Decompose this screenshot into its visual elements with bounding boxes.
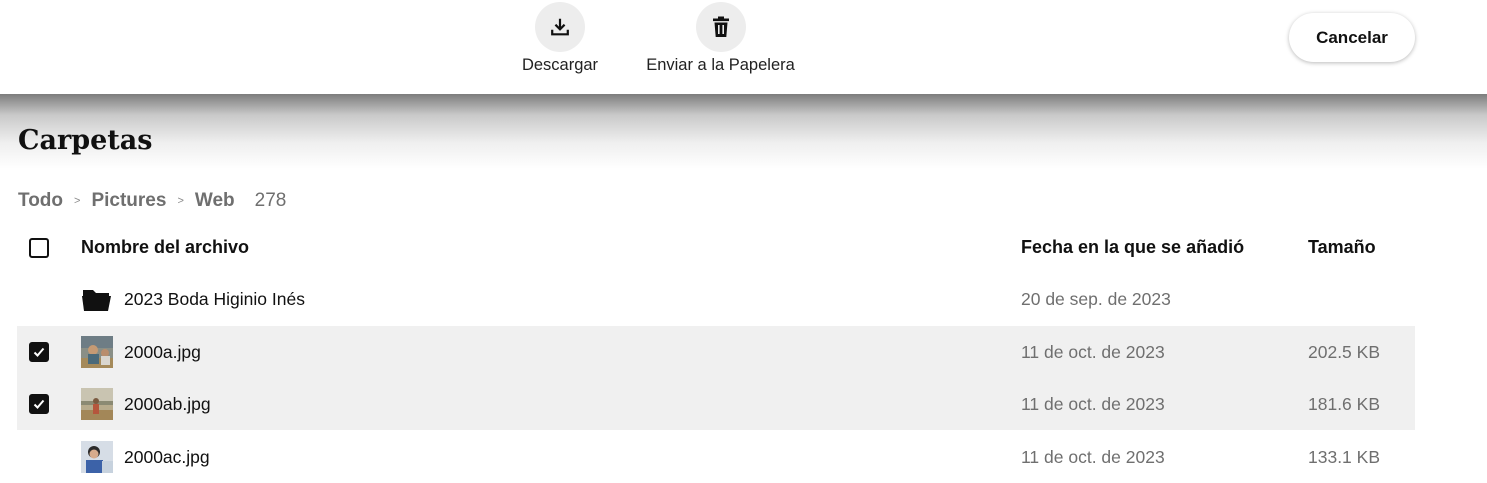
send-to-trash-button[interactable]: Enviar a la Papelera <box>643 2 798 75</box>
cancel-button[interactable]: Cancelar <box>1289 13 1415 62</box>
table-header: Nombre del archivo Fecha en la que se añ… <box>17 226 1415 270</box>
download-button[interactable]: Descargar <box>521 2 599 75</box>
date-added: 11 de oct. de 2023 <box>1021 447 1165 467</box>
chevron-right-icon: > <box>74 195 81 207</box>
download-icon <box>535 2 585 52</box>
table-row[interactable]: 2023 Boda Higinio Inés 20 de sep. de 202… <box>17 273 1415 325</box>
file-size: 181.6 KB <box>1308 394 1380 414</box>
date-added: 20 de sep. de 2023 <box>1021 289 1171 309</box>
chevron-right-icon: > <box>177 195 184 207</box>
date-added: 11 de oct. de 2023 <box>1021 342 1165 362</box>
row-checkbox[interactable] <box>29 394 49 414</box>
checkmark-icon <box>33 347 45 357</box>
breadcrumb-item-web: Web <box>194 190 235 211</box>
file-name: 2000ac.jpg <box>124 447 210 467</box>
folder-icon <box>82 290 111 311</box>
file-name: 2000ab.jpg <box>124 394 211 414</box>
action-toolbar: Descargar Enviar a la Papelera Cancelar <box>0 0 1487 94</box>
send-to-trash-label: Enviar a la Papelera <box>646 56 795 74</box>
image-thumbnail <box>81 441 113 473</box>
table-row[interactable]: 2000ac.jpg 11 de oct. de 2023 133.1 KB <box>17 431 1415 483</box>
page-title: Carpetas <box>18 125 153 156</box>
date-added: 11 de oct. de 2023 <box>1021 394 1165 414</box>
download-label: Descargar <box>521 56 599 74</box>
file-size: 133.1 KB <box>1308 447 1380 467</box>
column-header-name[interactable]: Nombre del archivo <box>81 237 249 258</box>
checkmark-icon <box>33 399 45 409</box>
column-header-date[interactable]: Fecha en la que se añadió <box>1021 237 1244 258</box>
select-all-checkbox[interactable] <box>29 238 49 258</box>
table-row[interactable]: 2000ab.jpg 11 de oct. de 2023 181.6 KB <box>17 378 1415 430</box>
file-name: 2023 Boda Higinio Inés <box>124 289 305 309</box>
breadcrumb-item-todo[interactable]: Todo <box>18 190 63 212</box>
row-checkbox[interactable] <box>29 342 49 362</box>
column-header-size[interactable]: Tamaño <box>1308 237 1376 258</box>
image-thumbnail <box>81 336 113 368</box>
file-size: 202.5 KB <box>1308 342 1380 362</box>
table-row[interactable]: 2000a.jpg 11 de oct. de 2023 202.5 KB <box>17 326 1415 378</box>
toolbar-shadow <box>0 94 1487 169</box>
trash-icon <box>695 2 746 52</box>
breadcrumb-item-pictures[interactable]: Pictures <box>91 190 166 212</box>
breadcrumb: Todo > Pictures > Web 278 <box>18 190 286 212</box>
image-thumbnail <box>81 388 113 420</box>
item-count: 278 <box>254 190 287 211</box>
file-name: 2000a.jpg <box>124 342 201 362</box>
